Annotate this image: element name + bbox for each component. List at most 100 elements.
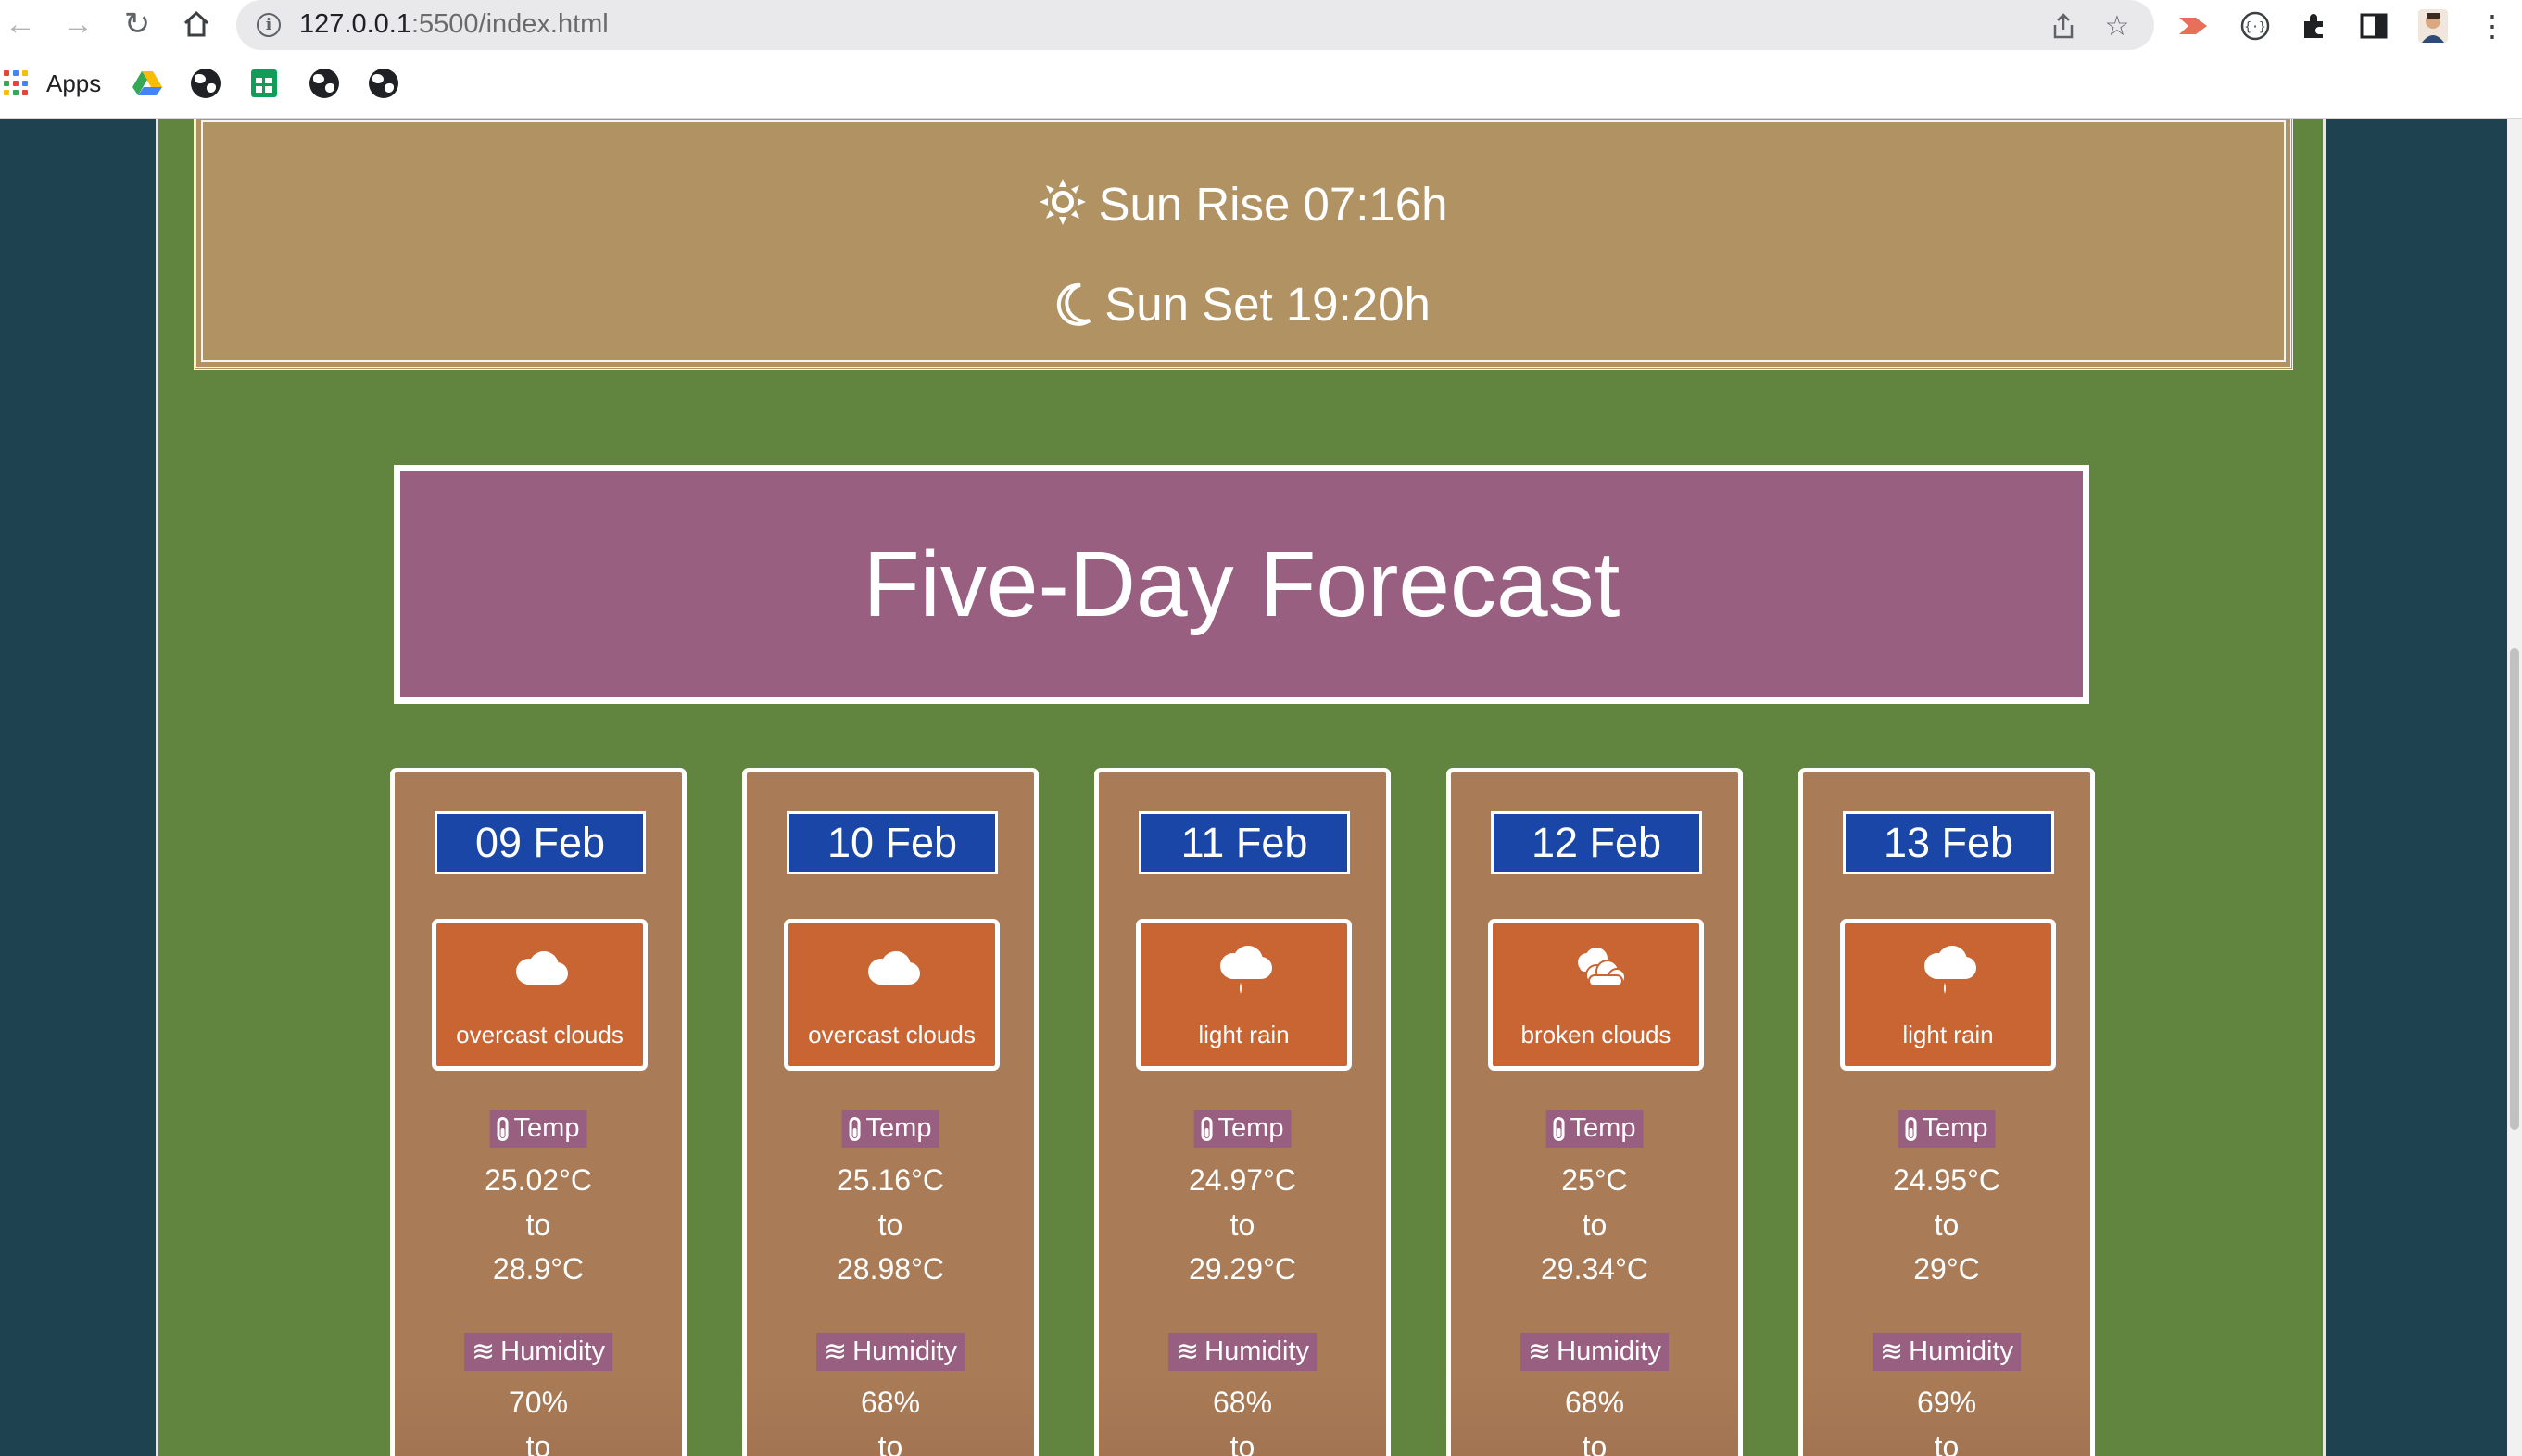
weather-description: overcast clouds xyxy=(808,1021,976,1048)
temp-label-text: Temp xyxy=(865,1113,932,1143)
url-path: :5500/index.html xyxy=(410,9,609,39)
weather-condition-box: light rain xyxy=(1136,919,1352,1071)
globe-icon xyxy=(191,69,221,98)
weather-description: light rain xyxy=(1198,1021,1290,1048)
url-text[interactable]: 127.0.0.1:5500/index.html xyxy=(299,9,609,40)
humidity-to: to xyxy=(877,1430,903,1456)
extension-code-icon[interactable]: {·} xyxy=(2235,6,2276,46)
weather-description: broken clouds xyxy=(1520,1021,1671,1048)
forecast-card: 11 Feb light rain Temp 24.97°C to 29.29°C ≋ Hum… xyxy=(1094,768,1391,1456)
profile-avatar[interactable] xyxy=(2413,6,2453,46)
thermometer-icon xyxy=(1201,1116,1213,1141)
temp-min: 25°C xyxy=(1561,1163,1628,1197)
page-scrollbar[interactable] xyxy=(2507,119,2522,1456)
humidity-to: to xyxy=(1229,1430,1255,1456)
temp-to: to xyxy=(1582,1208,1608,1241)
temp-min: 25.02°C xyxy=(485,1163,592,1197)
extensions-puzzle-icon[interactable] xyxy=(2294,6,2335,46)
sunset-row: Sun Set 19:20h xyxy=(196,277,2290,332)
bookmark-star-icon[interactable]: ☆ xyxy=(2099,7,2136,44)
bookmark-drive[interactable] xyxy=(132,67,163,100)
humidity-min: 68% xyxy=(1564,1386,1625,1419)
forecast-date: 11 Feb xyxy=(1139,811,1350,874)
temp-max: 29°C xyxy=(1913,1252,1980,1286)
weather-condition-box: broken clouds xyxy=(1488,919,1704,1071)
water-waves-icon: ≋ xyxy=(1528,1336,1552,1367)
reload-button[interactable]: ↻ xyxy=(117,6,158,43)
sunset-text: Sun Set 19:20h xyxy=(1104,278,1431,331)
menu-kebab-icon[interactable]: ⋮ xyxy=(2472,6,2513,46)
bookmark-apps-label: Apps xyxy=(46,69,102,97)
humidity-to: to xyxy=(1934,1430,1960,1456)
temp-label: Temp xyxy=(1193,1110,1292,1148)
url-host: 127.0.0.1 xyxy=(299,9,411,39)
bookmark-globe-3[interactable] xyxy=(369,67,398,100)
sunrise-text: Sun Rise 07:16h xyxy=(1098,178,1448,231)
extension-red-icon[interactable] xyxy=(2174,6,2214,46)
bookmark-sheets[interactable] xyxy=(250,67,278,100)
google-drive-icon xyxy=(132,71,162,95)
temp-min: 24.95°C xyxy=(1893,1163,2000,1197)
forecast-date: 09 Feb xyxy=(435,811,646,874)
humidity-label-text: Humidity xyxy=(852,1337,957,1366)
forecast-card: 12 Feb broken clouds Temp 25°C to 29.34°C ≋ Hum… xyxy=(1446,768,1743,1456)
broken-clouds-icon xyxy=(1559,942,1633,998)
forecast-card: 10 Feb overcast clouds Temp 25.16°C to 28.98°… xyxy=(742,768,1039,1456)
side-panel-icon[interactable] xyxy=(2353,6,2394,46)
temp-min: 25.16°C xyxy=(837,1163,944,1197)
sun-times-panel: Sun Rise 07:16h Sun Set 19:20h xyxy=(194,119,2293,370)
humidity-label: ≋ Humidity xyxy=(1520,1333,1669,1371)
humidity-min: 68% xyxy=(860,1386,921,1419)
address-bar[interactable]: i 127.0.0.1:5500/index.html ☆ xyxy=(236,0,2154,50)
bookmark-apps[interactable]: Apps xyxy=(4,67,101,100)
forward-button[interactable]: → xyxy=(57,6,98,43)
scrollbar-thumb[interactable] xyxy=(2510,648,2519,1130)
weather-condition-box: overcast clouds xyxy=(432,919,648,1071)
temp-label-text: Temp xyxy=(1217,1113,1284,1143)
forecast-date: 10 Feb xyxy=(787,811,998,874)
humidity-label: ≋ Humidity xyxy=(816,1333,965,1371)
cloud-icon xyxy=(503,942,577,998)
bookmark-globe-2[interactable] xyxy=(309,67,339,100)
temp-label-text: Temp xyxy=(1570,1113,1636,1143)
temp-to: to xyxy=(1934,1208,1960,1241)
humidity-min: 70% xyxy=(508,1386,569,1419)
temp-to: to xyxy=(877,1208,903,1241)
humidity-to: to xyxy=(525,1430,551,1456)
forecast-title: Five-Day Forecast xyxy=(863,532,1620,636)
humidity-label-text: Humidity xyxy=(500,1337,605,1366)
forecast-card: 13 Feb light rain Temp 24.95°C to 29°C ≋ Humidi… xyxy=(1798,768,2095,1456)
temp-label-text: Temp xyxy=(513,1113,580,1143)
humidity-to: to xyxy=(1582,1430,1608,1456)
water-waves-icon: ≋ xyxy=(1880,1336,1904,1367)
share-icon[interactable] xyxy=(2045,7,2082,44)
weather-description: light rain xyxy=(1902,1021,1994,1048)
forecast-title-banner: Five-Day Forecast xyxy=(394,465,2089,704)
temp-label: Temp xyxy=(1898,1110,1996,1148)
bookmark-globe-1[interactable] xyxy=(191,67,221,100)
temp-label: Temp xyxy=(489,1110,587,1148)
thermometer-icon xyxy=(497,1116,509,1141)
temp-max: 29.34°C xyxy=(1541,1252,1648,1286)
humidity-label: ≋ Humidity xyxy=(1168,1333,1317,1371)
sunrise-row: Sun Rise 07:16h xyxy=(196,177,2290,232)
home-button[interactable] xyxy=(176,6,217,43)
rain-cloud-icon xyxy=(1207,942,1281,998)
thermometer-icon xyxy=(1905,1116,1917,1141)
temp-max: 28.9°C xyxy=(492,1252,585,1286)
cloud-icon xyxy=(855,942,929,998)
page-viewport: Sun Rise 07:16h Sun Set 19:20h Five-Day … xyxy=(0,119,2522,1456)
sun-icon xyxy=(1039,177,1087,232)
globe-icon xyxy=(369,69,398,98)
temp-label: Temp xyxy=(841,1110,939,1148)
info-icon[interactable]: i xyxy=(257,13,281,37)
temp-to: to xyxy=(525,1208,551,1241)
temp-max: 29.29°C xyxy=(1189,1252,1296,1286)
humidity-min: 68% xyxy=(1212,1386,1273,1419)
google-sheets-icon xyxy=(251,69,277,97)
water-waves-icon: ≋ xyxy=(824,1336,848,1367)
temp-max: 28.98°C xyxy=(837,1252,944,1286)
browser-toolbar: ← → ↻ i 127.0.0.1:5500/index.html ☆ {·} xyxy=(0,0,2522,50)
thermometer-icon xyxy=(1553,1116,1565,1141)
back-button[interactable]: ← xyxy=(0,6,41,43)
